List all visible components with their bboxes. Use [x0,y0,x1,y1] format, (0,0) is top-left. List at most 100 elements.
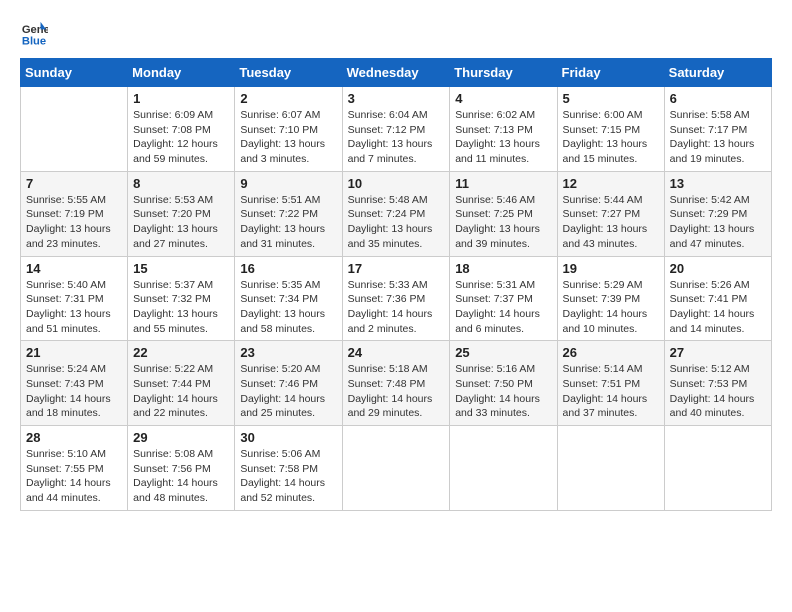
day-cell: 1Sunrise: 6:09 AM Sunset: 7:08 PM Daylig… [128,87,235,172]
day-cell: 16 Sunrise: 5:35 AM Sunset: 7:34 PM Dayli… [235,256,342,341]
day-number: 27 [670,345,766,360]
day-cell: 19Sunrise: 5:29 AM Sunset: 7:39 PM Dayli… [557,256,664,341]
day-number: 8 [133,176,229,191]
week-row-5: 28 Sunrise: 5:10 AM Sunset: 7:55 PM Dayli… [21,426,772,511]
day-info: Sunrise: 5:29 AM Sunset: 7:39 PM Dayligh… [563,278,659,337]
day-cell: 17 Sunrise: 5:33 AM Sunset: 7:36 PM Dayli… [342,256,450,341]
day-number: 9 [240,176,336,191]
day-info: Sunrise: 5:26 AM Sunset: 7:41 PM Dayligh… [670,278,766,337]
day-info: Sunrise: 5:22 AM Sunset: 7:44 PM Dayligh… [133,362,229,421]
day-cell: 5 Sunrise: 6:00 AM Sunset: 7:15 PM Daylig… [557,87,664,172]
col-header-wednesday: Wednesday [342,59,450,87]
day-cell [450,426,557,511]
day-cell: 10 Sunrise: 5:48 AM Sunset: 7:24 PM Dayli… [342,171,450,256]
week-row-3: 14 Sunrise: 5:40 AM Sunset: 7:31 PM Dayli… [21,256,772,341]
day-cell: 11Sunrise: 5:46 AM Sunset: 7:25 PM Dayli… [450,171,557,256]
col-header-saturday: Saturday [664,59,771,87]
day-number: 1 [133,91,229,106]
day-info: Sunrise: 5:51 AM Sunset: 7:22 PM Dayligh… [240,193,336,252]
day-number: 28 [26,430,122,445]
day-info: Sunrise: 5:08 AM Sunset: 7:56 PM Dayligh… [133,447,229,506]
day-info: Sunrise: 6:04 AM Sunset: 7:12 PM Dayligh… [348,108,445,167]
day-info: Sunrise: 5:20 AM Sunset: 7:46 PM Dayligh… [240,362,336,421]
day-number: 22 [133,345,229,360]
day-cell: 7Sunrise: 5:55 AM Sunset: 7:19 PM Daylig… [21,171,128,256]
day-number: 5 [563,91,659,106]
svg-text:Blue: Blue [22,35,46,47]
day-info: Sunrise: 5:33 AM Sunset: 7:36 PM Dayligh… [348,278,445,337]
day-cell: 29 Sunrise: 5:08 AM Sunset: 7:56 PM Dayli… [128,426,235,511]
day-info: Sunrise: 6:07 AM Sunset: 7:10 PM Dayligh… [240,108,336,167]
col-header-friday: Friday [557,59,664,87]
day-number: 4 [455,91,551,106]
day-number: 25 [455,345,551,360]
day-cell: 8Sunrise: 5:53 AM Sunset: 7:20 PM Daylig… [128,171,235,256]
logo: General Blue [20,20,52,48]
day-info: Sunrise: 5:10 AM Sunset: 7:55 PM Dayligh… [26,447,122,506]
day-number: 6 [670,91,766,106]
day-cell: 13 Sunrise: 5:42 AM Sunset: 7:29 PM Dayli… [664,171,771,256]
day-cell: 24 Sunrise: 5:18 AM Sunset: 7:48 PM Dayli… [342,341,450,426]
day-cell: 14 Sunrise: 5:40 AM Sunset: 7:31 PM Dayli… [21,256,128,341]
day-cell: 28 Sunrise: 5:10 AM Sunset: 7:55 PM Dayli… [21,426,128,511]
day-cell: 2 Sunrise: 6:07 AM Sunset: 7:10 PM Daylig… [235,87,342,172]
day-info: Sunrise: 5:44 AM Sunset: 7:27 PM Dayligh… [563,193,659,252]
day-cell: 20 Sunrise: 5:26 AM Sunset: 7:41 PM Dayli… [664,256,771,341]
day-cell: 9 Sunrise: 5:51 AM Sunset: 7:22 PM Daylig… [235,171,342,256]
day-cell: 22 Sunrise: 5:22 AM Sunset: 7:44 PM Dayli… [128,341,235,426]
logo-icon: General Blue [20,20,48,48]
day-info: Sunrise: 5:35 AM Sunset: 7:34 PM Dayligh… [240,278,336,337]
day-number: 17 [348,261,445,276]
day-number: 20 [670,261,766,276]
header-row: SundayMondayTuesdayWednesdayThursdayFrid… [21,59,772,87]
day-info: Sunrise: 5:16 AM Sunset: 7:50 PM Dayligh… [455,362,551,421]
col-header-sunday: Sunday [21,59,128,87]
day-number: 23 [240,345,336,360]
day-info: Sunrise: 5:24 AM Sunset: 7:43 PM Dayligh… [26,362,122,421]
day-info: Sunrise: 5:31 AM Sunset: 7:37 PM Dayligh… [455,278,551,337]
day-number: 18 [455,261,551,276]
day-info: Sunrise: 5:14 AM Sunset: 7:51 PM Dayligh… [563,362,659,421]
day-cell: 27 Sunrise: 5:12 AM Sunset: 7:53 PM Dayli… [664,341,771,426]
day-cell: 15 Sunrise: 5:37 AM Sunset: 7:32 PM Dayli… [128,256,235,341]
day-cell [557,426,664,511]
svg-text:General: General [22,24,48,36]
day-number: 2 [240,91,336,106]
day-cell [664,426,771,511]
day-number: 24 [348,345,445,360]
day-info: Sunrise: 5:37 AM Sunset: 7:32 PM Dayligh… [133,278,229,337]
day-number: 12 [563,176,659,191]
day-number: 10 [348,176,445,191]
day-cell: 21 Sunrise: 5:24 AM Sunset: 7:43 PM Dayli… [21,341,128,426]
day-cell [342,426,450,511]
day-info: Sunrise: 6:02 AM Sunset: 7:13 PM Dayligh… [455,108,551,167]
day-cell: 26 Sunrise: 5:14 AM Sunset: 7:51 PM Dayli… [557,341,664,426]
col-header-tuesday: Tuesday [235,59,342,87]
day-cell: 30 Sunrise: 5:06 AM Sunset: 7:58 PM Dayli… [235,426,342,511]
day-number: 16 [240,261,336,276]
week-row-2: 7Sunrise: 5:55 AM Sunset: 7:19 PM Daylig… [21,171,772,256]
day-cell: 23 Sunrise: 5:20 AM Sunset: 7:46 PM Dayli… [235,341,342,426]
day-info: Sunrise: 5:42 AM Sunset: 7:29 PM Dayligh… [670,193,766,252]
day-info: Sunrise: 5:06 AM Sunset: 7:58 PM Dayligh… [240,447,336,506]
day-cell [21,87,128,172]
day-cell: 4 Sunrise: 6:02 AM Sunset: 7:13 PM Daylig… [450,87,557,172]
day-info: Sunrise: 5:48 AM Sunset: 7:24 PM Dayligh… [348,193,445,252]
day-cell: 3Sunrise: 6:04 AM Sunset: 7:12 PM Daylig… [342,87,450,172]
day-number: 11 [455,176,551,191]
day-number: 15 [133,261,229,276]
day-number: 26 [563,345,659,360]
day-number: 29 [133,430,229,445]
col-header-monday: Monday [128,59,235,87]
day-number: 13 [670,176,766,191]
day-info: Sunrise: 5:18 AM Sunset: 7:48 PM Dayligh… [348,362,445,421]
day-info: Sunrise: 5:40 AM Sunset: 7:31 PM Dayligh… [26,278,122,337]
day-number: 14 [26,261,122,276]
day-cell: 25 Sunrise: 5:16 AM Sunset: 7:50 PM Dayli… [450,341,557,426]
day-number: 21 [26,345,122,360]
day-number: 30 [240,430,336,445]
day-info: Sunrise: 6:00 AM Sunset: 7:15 PM Dayligh… [563,108,659,167]
day-info: Sunrise: 5:12 AM Sunset: 7:53 PM Dayligh… [670,362,766,421]
week-row-4: 21 Sunrise: 5:24 AM Sunset: 7:43 PM Dayli… [21,341,772,426]
day-cell: 12 Sunrise: 5:44 AM Sunset: 7:27 PM Dayli… [557,171,664,256]
